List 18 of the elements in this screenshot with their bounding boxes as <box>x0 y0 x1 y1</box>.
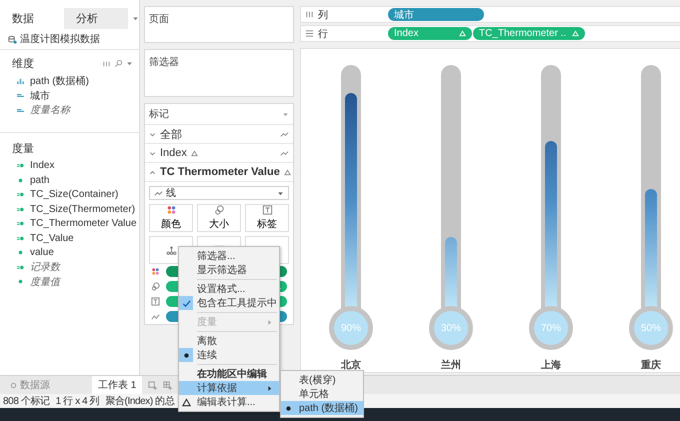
axis-label: 兰州 <box>441 358 461 372</box>
reading-label: 70% <box>540 322 561 334</box>
reading-label: 50% <box>640 322 661 334</box>
reading-label: 90% <box>340 322 361 334</box>
shelf-label: 行 <box>318 28 329 40</box>
reading-label: 30% <box>440 322 461 334</box>
status-text: 聚合(Index) 的总 <box>105 394 174 408</box>
section-title: 维度 <box>12 56 34 71</box>
status-text: 1 行 x 4 列 <box>56 395 100 408</box>
card-title: 页面 <box>149 14 169 25</box>
shelf-label: 列 <box>318 8 329 22</box>
status-text: 808 个标记 <box>3 394 50 408</box>
section-title: 度量 <box>12 142 34 156</box>
card-title: 标记 <box>149 108 169 121</box>
axis-label: 上海 <box>541 358 561 372</box>
axis-label: 北京 <box>341 358 361 372</box>
card-title: 筛选器 <box>149 56 179 68</box>
axis-label: 重庆 <box>641 358 661 372</box>
